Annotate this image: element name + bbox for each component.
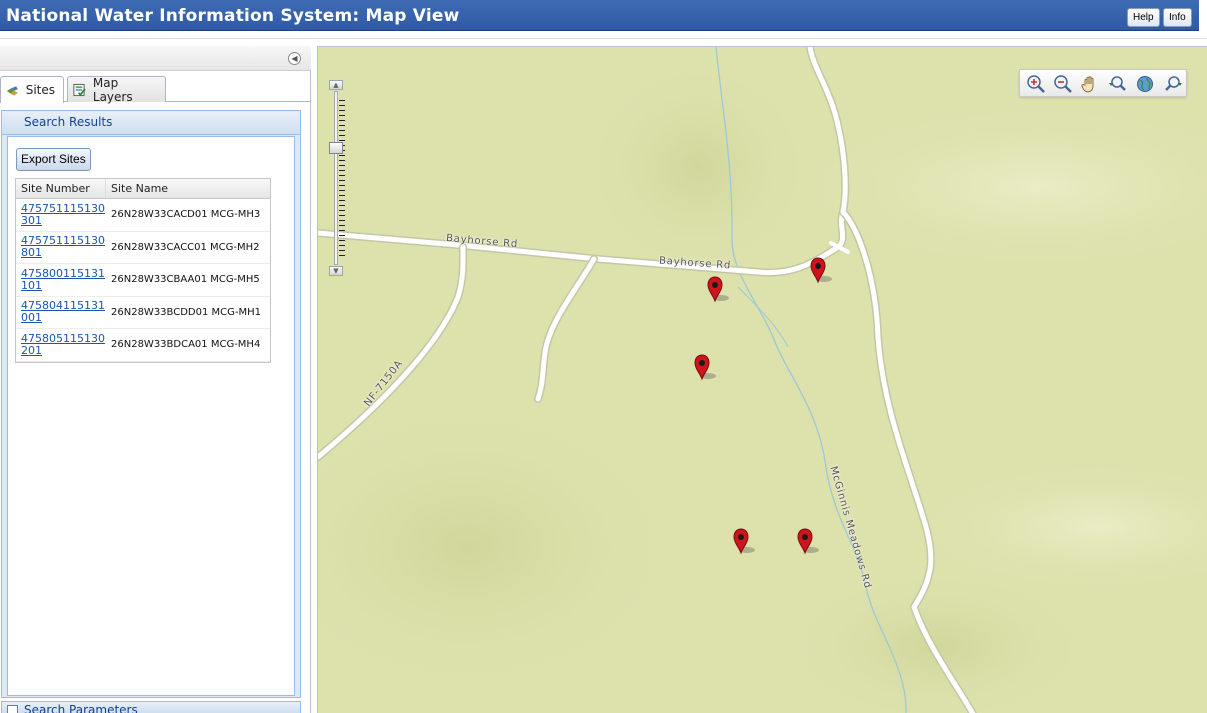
help-button[interactable]: Help bbox=[1127, 8, 1160, 27]
site-marker[interactable] bbox=[794, 526, 822, 556]
zoom-slider-up-icon[interactable]: ▲ bbox=[329, 80, 343, 90]
search-parameters-title: Search Parameters bbox=[24, 703, 138, 713]
site-number-link[interactable]: 475751115130301 bbox=[21, 202, 105, 227]
search-results-title[interactable]: Search Results bbox=[2, 111, 300, 135]
zoom-thumb[interactable] bbox=[329, 142, 343, 154]
search-results-body: Export Sites Site Number Site Name 47575… bbox=[7, 136, 295, 696]
site-number-link[interactable]: 475751115130801 bbox=[21, 234, 105, 259]
parameters-icon bbox=[7, 705, 18, 713]
site-marker[interactable] bbox=[691, 352, 719, 382]
table-row[interactable]: 475751115130301 26N28W33CACD01 MCG-MH3 bbox=[16, 199, 270, 232]
site-name: 26N28W33CBAA01 MCG-MH5 bbox=[111, 274, 260, 286]
tab-sites[interactable]: Sites bbox=[0, 76, 64, 103]
site-name: 26N28W33BCDD01 MCG-MH1 bbox=[111, 306, 261, 318]
zoom-next-icon[interactable] bbox=[1163, 74, 1183, 94]
site-number-link[interactable]: 475804115131001 bbox=[21, 299, 105, 324]
page-title: National Water Information System: Map V… bbox=[6, 6, 460, 26]
table-header: Site Number Site Name bbox=[16, 179, 270, 199]
site-name: 26N28W33BDCA01 MCG-MH4 bbox=[111, 339, 261, 351]
map-canvas bbox=[318, 47, 1207, 713]
table-row[interactable]: 475751115130801 26N28W33CACC01 MCG-MH2 bbox=[16, 232, 270, 264]
app-header: National Water Information System: Map V… bbox=[0, 0, 1199, 31]
zoom-previous-icon[interactable] bbox=[1108, 74, 1128, 94]
zoom-out-box-icon[interactable] bbox=[1053, 74, 1073, 94]
site-marker[interactable] bbox=[704, 274, 732, 304]
sites-table: Site Number Site Name 475751115130301 26… bbox=[15, 178, 271, 363]
header-divider bbox=[0, 38, 1207, 39]
zoom-slider-down-icon[interactable]: ▼ bbox=[329, 266, 343, 276]
column-header-site-name[interactable]: Site Name bbox=[106, 179, 270, 198]
site-name: 26N28W33CACC01 MCG-MH2 bbox=[111, 241, 260, 253]
site-number-link[interactable]: 475805115130201 bbox=[21, 332, 105, 357]
site-number-link[interactable]: 475800115131101 bbox=[21, 267, 105, 292]
tab-map-layers-label: Map Layers bbox=[92, 75, 133, 104]
site-name: 26N28W33CACD01 MCG-MH3 bbox=[111, 209, 261, 221]
table-row[interactable]: 475805115130201 26N28W33BDCA01 MCG-MH4 bbox=[16, 329, 270, 362]
sidebar-tabs: Sites Map Layers bbox=[0, 72, 311, 104]
search-parameters-panel[interactable]: Search Parameters bbox=[1, 701, 301, 713]
export-sites-button[interactable]: Export Sites bbox=[16, 148, 91, 171]
search-results-panel: Search Results Export Sites Site Number … bbox=[1, 110, 301, 698]
zoom-slider[interactable]: ▲ ▼ bbox=[329, 80, 345, 276]
tab-sites-label: Sites bbox=[25, 83, 55, 97]
table-row[interactable]: 475804115131001 26N28W33BCDD01 MCG-MH1 bbox=[16, 297, 270, 329]
full-extent-globe-icon[interactable] bbox=[1135, 74, 1155, 94]
site-marker[interactable] bbox=[807, 255, 835, 285]
zoom-track[interactable] bbox=[334, 91, 338, 265]
map-view[interactable]: Bayhorse Rd Bayhorse Rd NF-7150A McGinni… bbox=[317, 46, 1207, 713]
column-header-site-number[interactable]: Site Number bbox=[16, 179, 106, 198]
tab-map-layers[interactable]: Map Layers bbox=[67, 75, 166, 104]
pan-hand-icon[interactable] bbox=[1080, 74, 1100, 94]
sidebar-collapse-bar: ◀ bbox=[0, 46, 311, 71]
layers-icon bbox=[73, 83, 86, 96]
sidebar: ◀ Sites Map Layers Search Results Export… bbox=[0, 46, 311, 713]
site-marker[interactable] bbox=[730, 526, 758, 556]
sites-icon bbox=[6, 86, 18, 96]
collapse-left-icon[interactable]: ◀ bbox=[288, 52, 301, 65]
info-button[interactable]: Info bbox=[1163, 8, 1192, 27]
zoom-in-box-icon[interactable] bbox=[1026, 74, 1046, 94]
zoom-ticks bbox=[339, 100, 345, 256]
table-row[interactable]: 475800115131101 26N28W33CBAA01 MCG-MH5 bbox=[16, 264, 270, 297]
map-toolbar bbox=[1019, 69, 1187, 97]
